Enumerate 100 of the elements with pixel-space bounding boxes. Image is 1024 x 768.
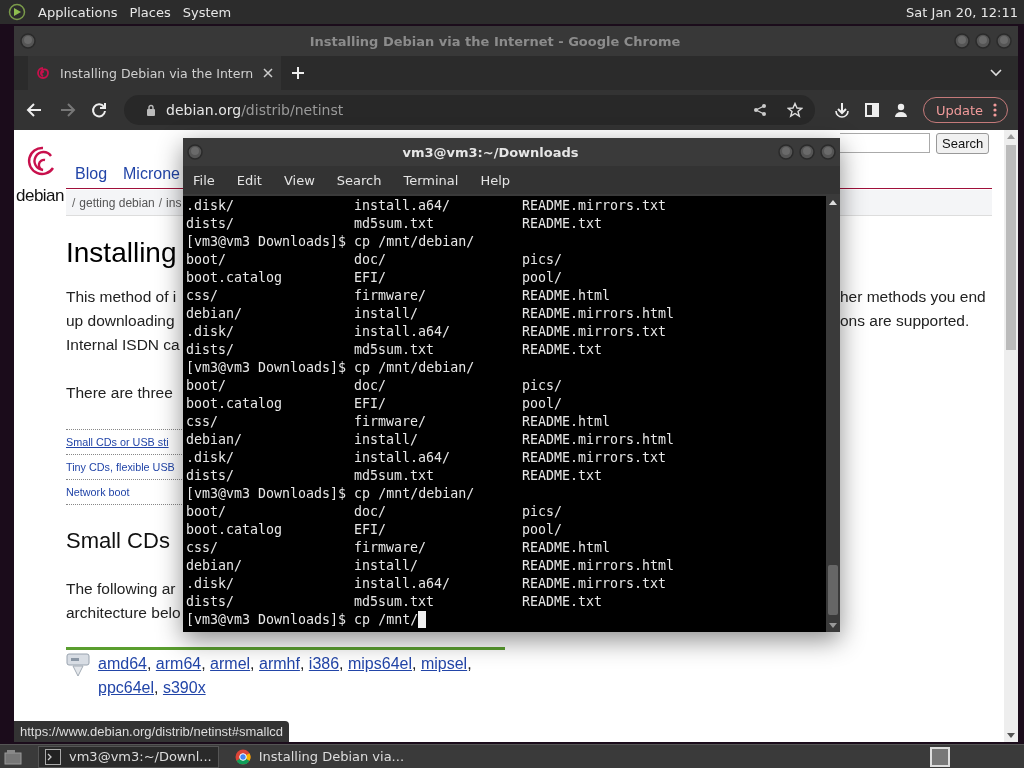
close-icon[interactable]: [263, 68, 274, 78]
clock[interactable]: Sat Jan 20, 12:11: [906, 4, 1018, 20]
scroll-up-icon[interactable]: [829, 200, 837, 205]
file-name: boot.catalog: [186, 269, 284, 287]
file-name: README.txt: [522, 593, 604, 611]
file-name: install/: [354, 431, 420, 449]
back-icon[interactable]: [26, 101, 44, 119]
window-title: Installing Debian via the Internet - Google Chrome: [308, 33, 682, 49]
scrollbar-thumb[interactable]: [828, 565, 838, 615]
architecture-link[interactable]: arm64: [155, 655, 202, 672]
file-name: doc/: [354, 503, 388, 521]
file-name: README.mirrors.html: [522, 305, 676, 323]
window-button-icon[interactable]: [996, 33, 1012, 49]
file-name: md5sum.txt: [354, 467, 436, 485]
taskbar-button[interactable]: Installing Debian via...: [228, 745, 410, 768]
architecture-link[interactable]: armel: [210, 655, 251, 672]
section-heading: Small CDs: [66, 527, 171, 555]
search-button[interactable]: Search: [936, 132, 990, 154]
window-button-icon[interactable]: [187, 144, 203, 160]
nav-link[interactable]: Microne: [123, 165, 180, 183]
workspace-switcher[interactable]: [930, 746, 950, 767]
file-name: README.mirrors.txt: [522, 575, 668, 593]
architecture-link[interactable]: armhf: [259, 655, 300, 672]
menu-item[interactable]: File: [193, 172, 215, 188]
panel-menu[interactable]: Places: [129, 4, 171, 20]
toc-link[interactable]: Tiny CDs, flexible USB: [66, 461, 175, 473]
architecture-link[interactable]: amd64: [98, 655, 147, 672]
architecture-link[interactable]: ppc64el: [98, 679, 155, 696]
file-name: .disk/: [186, 575, 236, 593]
browser-tab[interactable]: Installing Debian via the Intern: [28, 56, 282, 90]
window-button-icon[interactable]: [975, 33, 991, 49]
new-tab-icon[interactable]: [291, 66, 306, 80]
file-name: .disk/: [186, 197, 236, 215]
search-field[interactable]: [840, 133, 930, 153]
file-name: doc/: [354, 251, 388, 269]
window-button-icon[interactable]: [20, 33, 36, 49]
file-name: dists/: [186, 467, 236, 485]
breadcrumb-separator: /: [158, 195, 163, 210]
architecture-link[interactable]: mipsel: [420, 655, 468, 672]
window-button-icon[interactable]: [820, 144, 836, 160]
window-button-icon[interactable]: [799, 144, 815, 160]
file-name: .disk/: [186, 323, 236, 341]
file-name: pool/: [522, 395, 564, 413]
breadcrumb-separator: /: [72, 195, 76, 210]
scrollbar-thumb[interactable]: [1006, 145, 1016, 350]
nav-link[interactable]: Blog: [75, 165, 108, 183]
file-name: README.mirrors.html: [522, 557, 676, 575]
file-name: EFI/: [354, 395, 388, 413]
page-heading: Installing: [66, 236, 178, 270]
taskbar-button[interactable]: vm3@vm3:~/Downl...: [38, 745, 219, 768]
chevron-down-icon[interactable]: [990, 69, 1002, 77]
window-button-icon[interactable]: [778, 144, 794, 160]
file-name: README.txt: [522, 467, 604, 485]
breadcrumb-link[interactable]: getting debian: [79, 195, 155, 210]
file-name: boot/: [186, 251, 228, 269]
menu-item[interactable]: Help: [480, 172, 511, 188]
logo-text[interactable]: debian: [15, 186, 65, 206]
file-name: pics/: [522, 251, 564, 269]
scroll-down-icon[interactable]: [829, 623, 837, 628]
panel-menu[interactable]: Applications: [38, 4, 118, 20]
more-icon[interactable]: [993, 103, 997, 117]
profile-icon[interactable]: [892, 102, 909, 118]
command-line: [vm3@vm3 Downloads]$ cp /mnt/debian/: [186, 359, 475, 377]
file-name: dists/: [186, 341, 236, 359]
file-name: md5sum.txt: [354, 215, 436, 233]
side-panel-icon[interactable]: [864, 103, 879, 117]
menu-item[interactable]: View: [283, 172, 315, 188]
architecture-link[interactable]: s390x: [162, 679, 206, 696]
menu-item[interactable]: Edit: [236, 172, 262, 188]
architecture-link[interactable]: mips64el: [348, 655, 412, 672]
file-name: README.mirrors.html: [522, 431, 676, 449]
show-desktop-icon[interactable]: [4, 748, 22, 765]
menu-item[interactable]: Terminal: [403, 172, 459, 188]
paragraph-text: The following ar: [66, 579, 177, 599]
file-name: boot/: [186, 377, 228, 395]
reload-icon[interactable]: [90, 101, 108, 119]
file-name: firmware/: [354, 287, 428, 305]
address-field[interactable]: debian.org/distrib/netinst: [124, 95, 815, 125]
file-name: debian/: [186, 305, 244, 323]
star-icon[interactable]: [786, 102, 803, 118]
panel-menu[interactable]: System: [182, 4, 232, 20]
window-title: vm3@vm3:~/Downloads: [401, 144, 580, 160]
app-menu-icon[interactable]: [8, 3, 26, 21]
toc-link[interactable]: Network boot: [66, 486, 130, 498]
command-line: [vm3@vm3 Downloads]$ cp /mnt/debian/: [186, 485, 475, 503]
scroll-down-icon[interactable]: [1007, 733, 1015, 738]
toc-link[interactable]: Small CDs or USB sti: [66, 436, 169, 448]
paragraph-text: up downloading: [66, 311, 176, 331]
lock-icon: [146, 104, 156, 116]
share-icon[interactable]: [752, 103, 767, 117]
menu-item[interactable]: Search: [336, 172, 382, 188]
breadcrumb-link[interactable]: ins: [166, 195, 182, 210]
file-name: dists/: [186, 593, 236, 611]
download-icon[interactable]: [832, 101, 851, 119]
scrollbar[interactable]: [1004, 130, 1018, 742]
file-name: debian/: [186, 431, 244, 449]
file-name: README.mirrors.txt: [522, 323, 668, 341]
window-button-icon[interactable]: [954, 33, 970, 49]
scrollbar[interactable]: [826, 196, 840, 632]
command-line: [vm3@vm3 Downloads]$ cp /mnt/: [186, 611, 419, 629]
